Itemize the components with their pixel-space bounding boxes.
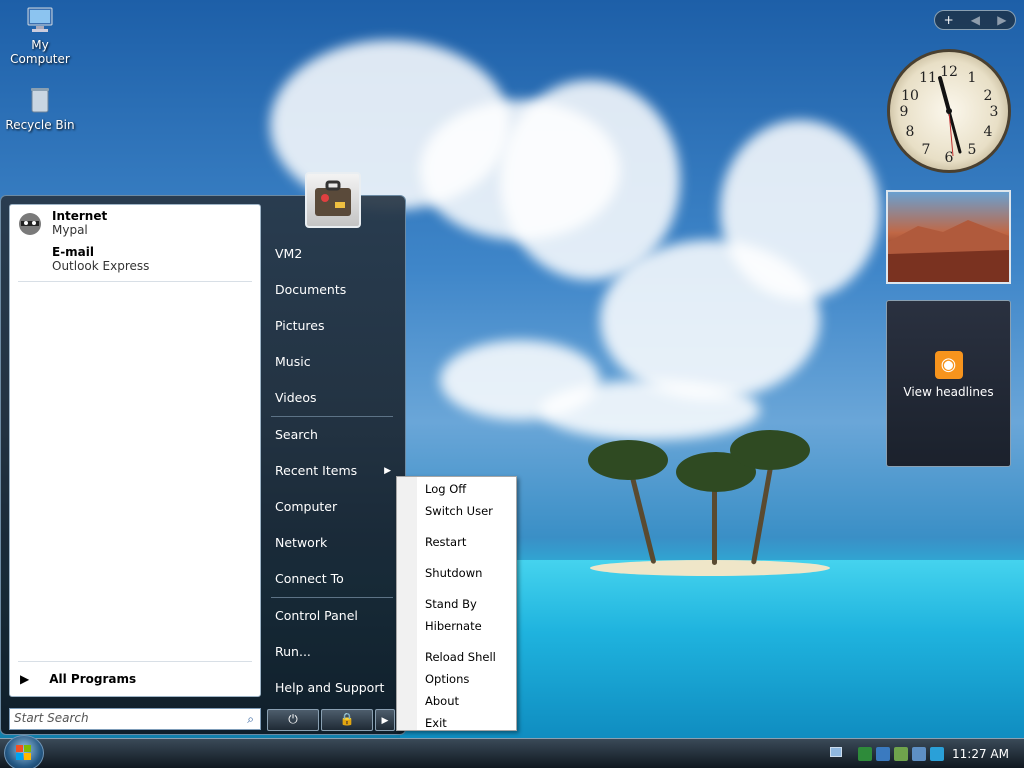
sidebar-toolbar: + ◀ ▶ [934,10,1016,30]
svg-text:4: 4 [984,124,993,140]
menu-item-stand-by[interactable]: Stand By [425,597,477,611]
right-item-network[interactable]: Network [263,525,401,561]
svg-text:10: 10 [901,88,919,104]
right-item-videos[interactable]: Videos [263,380,401,416]
raccoon-browser-icon [19,213,41,235]
tray-app-icon[interactable] [930,747,944,761]
tray-app-icon[interactable] [894,747,908,761]
menu-item-options[interactable]: Options [425,672,469,686]
add-gadget-icon[interactable]: + [944,13,954,27]
slideshow-gadget[interactable] [886,190,1011,284]
search-placeholder: Start Search [14,711,89,725]
analog-clock-face: 12 12 345 678 91011 [900,64,999,166]
menu-item-log-off[interactable]: Log Off [425,482,466,496]
previous-icon[interactable]: ◀ [971,13,980,27]
right-item-connect-to[interactable]: Connect To [263,561,401,597]
right-item-search[interactable]: Search [263,417,401,453]
power-controls: ⏻ 🔒 ▶ [267,709,395,731]
start-button[interactable] [4,735,44,768]
next-icon[interactable]: ▶ [997,13,1006,27]
svg-text:2: 2 [984,88,993,104]
menu-gutter [397,477,417,730]
keyboard-language-icon[interactable] [830,747,842,757]
start-search-input[interactable]: Start Search ⌕ [9,708,261,730]
right-item-label: Recent Items [275,463,358,478]
desktop-icon-my-computer[interactable]: My Computer [0,4,80,66]
tray-app-icon[interactable] [912,747,926,761]
svg-text:12: 12 [940,64,958,80]
menu-item-exit[interactable]: Exit [425,716,447,730]
chevron-right-icon: ▶ [381,716,389,726]
all-programs-label: All Programs [49,672,137,686]
taskbar: 11:27 AM [0,735,1024,768]
menu-item-shutdown[interactable]: Shutdown [425,566,482,580]
recycle-bin-icon [31,88,49,113]
slideshow-image [888,220,1009,282]
search-icon: ⌕ [247,712,254,726]
lock-icon: 🔒 [339,712,355,726]
power-options-arrow-button[interactable]: ▶ [375,709,395,731]
suitcase-icon [315,180,351,216]
lock-button[interactable]: 🔒 [321,709,373,731]
svg-text:5: 5 [968,142,977,158]
start-menu-left-pane: Internet Mypal E-mail Outlook Express ▶ … [9,204,261,697]
divider [18,661,252,662]
svg-text:1: 1 [968,70,977,86]
view-headlines-label: View headlines [903,385,994,399]
system-tray: 11:27 AM [858,742,1020,766]
menu-item-about[interactable]: About [425,694,459,708]
security-icon[interactable] [858,747,872,761]
right-item-computer[interactable]: Computer [263,489,401,525]
pinned-item-subtitle: Mypal [52,223,88,237]
network-icon[interactable] [876,747,890,761]
feed-headlines-gadget[interactable]: ◉ View headlines [886,300,1011,467]
rss-icon: ◉ [934,351,963,379]
pinned-item-title: E-mail [52,245,95,259]
start-menu-right-pane: VM2 Documents Pictures Music Videos Sear… [263,236,401,706]
svg-text:8: 8 [906,124,915,140]
pinned-item-title: Internet [52,209,108,223]
svg-text:3: 3 [990,104,999,120]
pinned-item-email[interactable]: E-mail Outlook Express [10,241,260,277]
chevron-right-icon: ▶ [384,466,391,476]
windows-logo-icon [16,745,31,760]
menu-item-restart[interactable]: Restart [425,535,466,549]
start-menu: Internet Mypal E-mail Outlook Express ▶ … [0,195,406,735]
svg-text:11: 11 [919,70,937,86]
menu-item-switch-user[interactable]: Switch User [425,504,493,518]
right-item-run[interactable]: Run... [263,634,401,670]
power-button[interactable]: ⏻ [267,709,319,731]
right-item-recent-items[interactable]: Recent Items ▶ [263,453,401,489]
pinned-item-internet[interactable]: Internet Mypal [10,205,260,241]
right-item-pictures[interactable]: Pictures [263,308,401,344]
desktop-icon-recycle-bin[interactable]: Recycle Bin [0,84,80,132]
desktop-icon-label: My Computer [10,38,70,66]
right-item-help-and-support[interactable]: Help and Support [263,670,401,706]
user-picture[interactable] [305,172,361,228]
svg-text:9: 9 [900,104,909,120]
right-item-vm2[interactable]: VM2 [263,236,401,272]
pinned-item-subtitle: Outlook Express [52,259,150,273]
power-icon: ⏻ [288,712,298,726]
right-item-music[interactable]: Music [263,344,401,380]
right-item-documents[interactable]: Documents [263,272,401,308]
computer-icon [27,7,53,32]
divider [18,281,252,282]
menu-item-hibernate[interactable]: Hibernate [425,619,482,633]
power-context-menu: Log Off Switch User Restart Shutdown Sta… [396,476,517,731]
taskbar-clock[interactable]: 11:27 AM [952,747,1009,761]
all-programs-button[interactable]: ▶ All Programs [10,668,260,690]
menu-item-reload-shell[interactable]: Reload Shell [425,650,496,664]
desktop-icon-label: Recycle Bin [5,118,75,132]
clock-gadget[interactable]: 12 1 2 345 678 9 10 11 [887,49,1011,173]
chevron-right-icon: ▶ [20,672,30,686]
right-item-control-panel[interactable]: Control Panel [263,598,401,634]
svg-text:7: 7 [922,142,931,158]
